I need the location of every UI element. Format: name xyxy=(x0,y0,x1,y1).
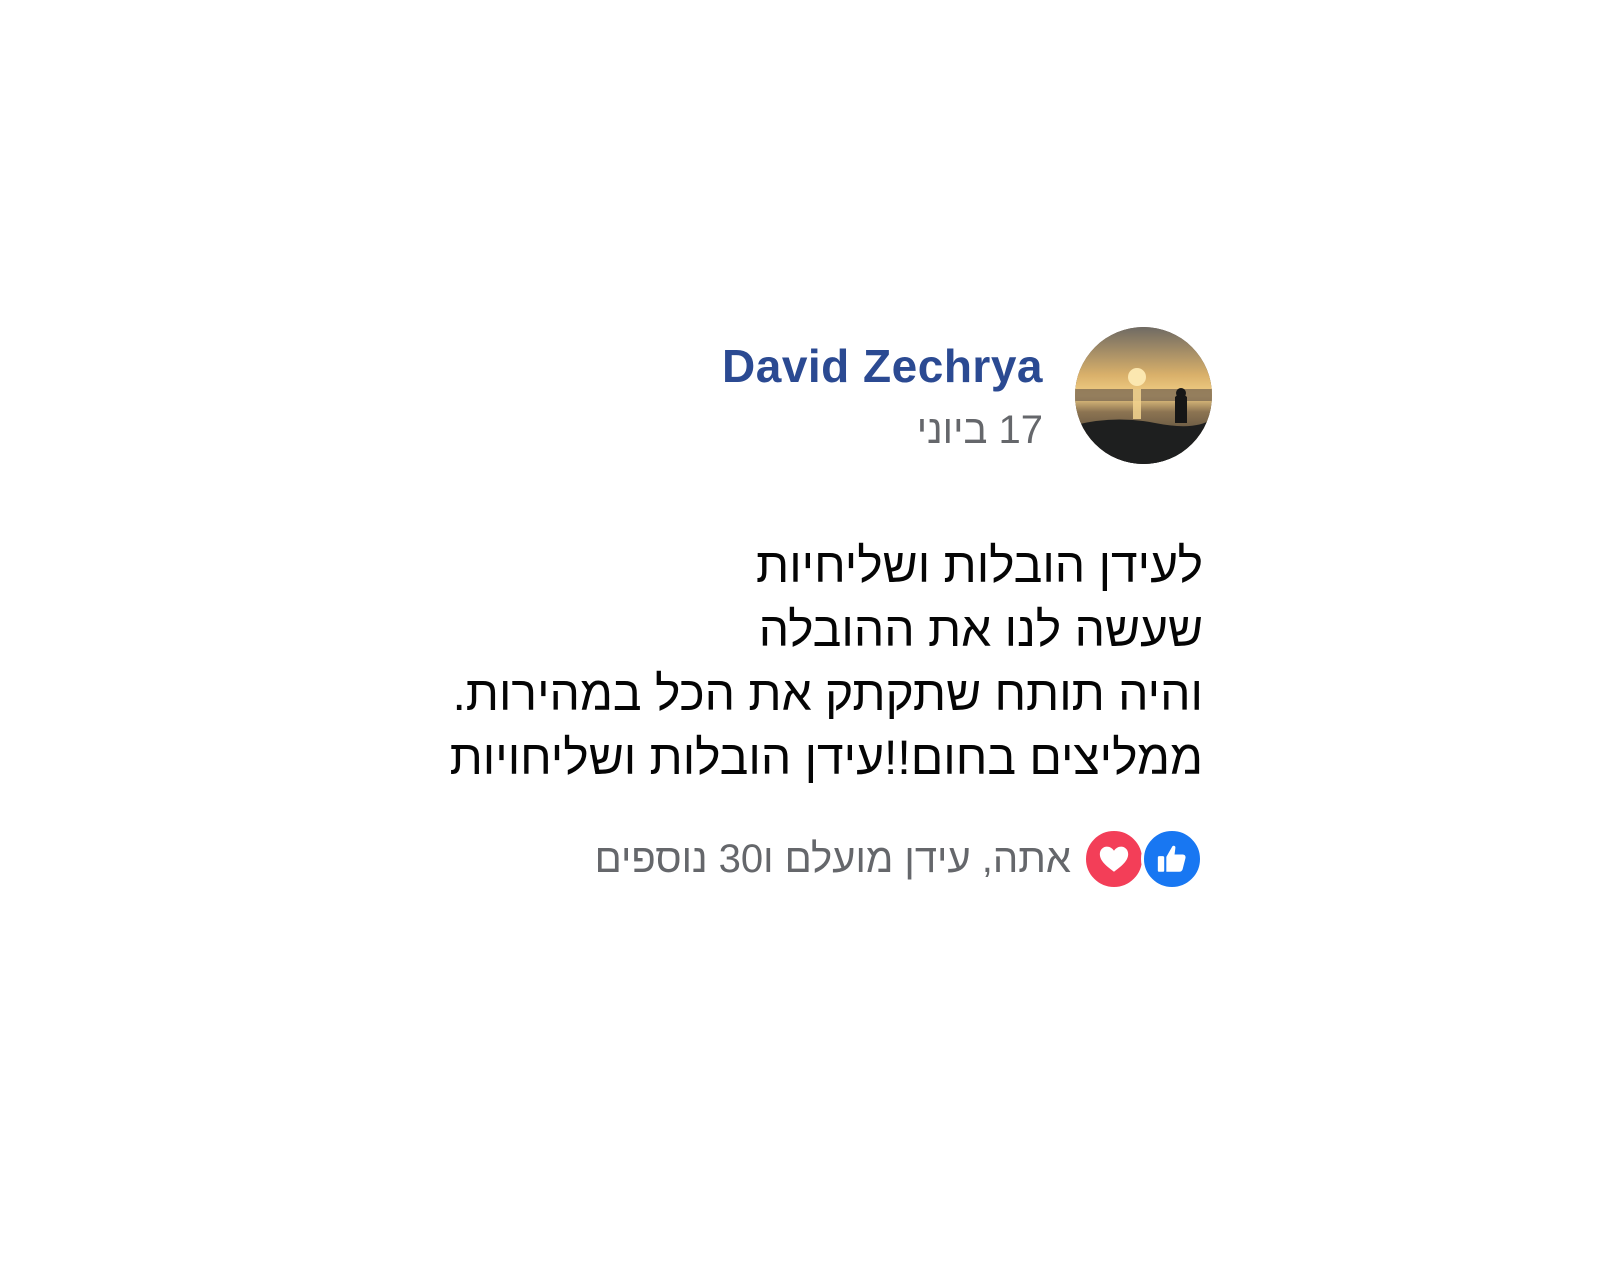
author-avatar[interactable] xyxy=(1075,327,1212,464)
post-text-line: לעידן הובלות ושליחיות xyxy=(756,540,1203,593)
heart-icon[interactable] xyxy=(1083,828,1145,890)
sunset-photo-image xyxy=(1075,327,1212,464)
post-date[interactable]: 17 ביוני xyxy=(917,408,1043,453)
post-text: לעידן הובלות ושליחיות שעשה לנו את ההובלה… xyxy=(450,535,1203,791)
reactions-bar[interactable]: אתה, עידן מועלם ו30 נוספים xyxy=(595,826,1203,892)
thumbs-up-icon[interactable] xyxy=(1141,828,1203,890)
post-text-line: שעשה לנו את ההובלה xyxy=(758,604,1203,657)
review-post: David Zechrya 17 ביוני לעידן הובלות ושלי… xyxy=(0,0,1603,1283)
post-text-line: ממליצים בחום!!עידן הובלות ושליחויות xyxy=(449,732,1203,785)
post-text-line: והיה תותח שתקתק את הכל במהירות. xyxy=(452,668,1203,721)
reactions-summary[interactable]: אתה, עידן מועלם ו30 נוספים xyxy=(595,837,1071,882)
author-name[interactable]: David Zechrya xyxy=(722,339,1043,393)
